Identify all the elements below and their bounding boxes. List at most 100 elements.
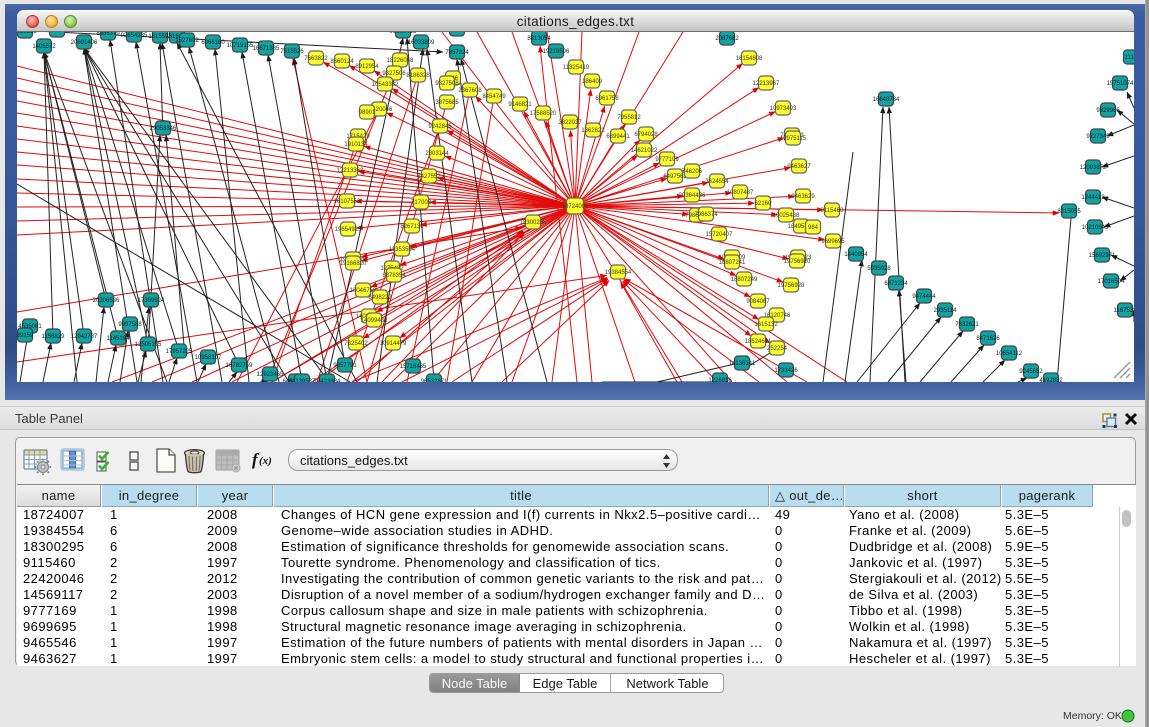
svg-text:746206: 746206 xyxy=(682,169,703,175)
svg-text:9463629: 9463629 xyxy=(791,194,815,200)
svg-text:8386379: 8386379 xyxy=(96,32,120,37)
svg-text:12213363: 12213363 xyxy=(337,168,364,174)
svg-text:19384554: 19384554 xyxy=(605,270,632,276)
svg-text:3875685: 3875685 xyxy=(435,100,459,106)
svg-text:7625402: 7625402 xyxy=(344,341,368,347)
svg-text:9245652: 9245652 xyxy=(1019,369,1043,375)
svg-text:1244413: 1244413 xyxy=(1081,195,1105,201)
svg-text:19218506: 19218506 xyxy=(543,49,570,55)
svg-text:8471626: 8471626 xyxy=(976,336,1000,342)
svg-text:186409: 186409 xyxy=(582,79,603,85)
svg-text:7663822: 7663822 xyxy=(304,56,328,62)
svg-text:11353594: 11353594 xyxy=(389,247,416,253)
svg-text:15720407: 15720407 xyxy=(706,232,733,238)
svg-text:16671385: 16671385 xyxy=(253,46,280,52)
svg-text:12505135: 12505135 xyxy=(135,342,162,348)
svg-text:984: 984 xyxy=(808,225,819,231)
svg-text:10807487: 10807487 xyxy=(727,190,754,196)
svg-text:9997588: 9997588 xyxy=(118,322,142,328)
svg-text:16648784: 16648784 xyxy=(873,97,900,103)
svg-text:62160: 62160 xyxy=(755,201,772,207)
svg-text:18524651: 18524651 xyxy=(745,339,772,345)
svg-text:16782759: 16782759 xyxy=(226,363,253,369)
svg-text:16154808: 16154808 xyxy=(736,56,763,62)
svg-text:2803144: 2803144 xyxy=(425,151,449,157)
svg-text:1910134: 1910134 xyxy=(344,142,368,148)
svg-text:9777109: 9777109 xyxy=(655,157,679,163)
svg-text:10973493: 10973493 xyxy=(770,106,797,112)
svg-text:8498222: 8498222 xyxy=(368,295,392,301)
svg-text:6961758: 6961758 xyxy=(595,96,619,102)
svg-text:7857224: 7857224 xyxy=(445,50,469,56)
svg-text:3822037: 3822037 xyxy=(558,120,582,126)
svg-text:18807249: 18807249 xyxy=(731,277,758,283)
svg-text:7515526: 7515526 xyxy=(280,49,304,55)
svg-text:18807241: 18807241 xyxy=(719,260,746,266)
svg-text:12213967: 12213967 xyxy=(753,81,780,87)
svg-text:18724007: 18724007 xyxy=(562,204,589,210)
svg-text:6871234: 6871234 xyxy=(884,281,908,287)
svg-text:11325419: 11325419 xyxy=(563,65,590,71)
svg-text:72423884: 72423884 xyxy=(314,379,341,382)
svg-text:9474444: 9474444 xyxy=(912,294,936,300)
svg-text:6966160: 6966160 xyxy=(201,40,225,46)
svg-text:17957225: 17957225 xyxy=(166,349,193,355)
svg-text:10210643: 10210643 xyxy=(1082,225,1109,231)
svg-text:16033809: 16033809 xyxy=(408,40,435,46)
svg-text:9857791: 9857791 xyxy=(333,363,357,369)
svg-text:8813054: 8813054 xyxy=(527,36,551,42)
svg-text:7955812: 7955812 xyxy=(617,115,641,121)
svg-text:1615132: 1615132 xyxy=(754,322,778,328)
svg-text:8427552: 8427552 xyxy=(417,174,441,180)
svg-text:17588520: 17588520 xyxy=(530,111,557,117)
svg-text:29053346: 29053346 xyxy=(150,126,177,132)
svg-text:1405572: 1405572 xyxy=(32,44,56,50)
svg-text:19756928: 19756928 xyxy=(778,283,805,289)
svg-text:10958107: 10958107 xyxy=(195,355,222,361)
svg-text:1733426: 1733426 xyxy=(774,368,798,374)
svg-text:8267130: 8267130 xyxy=(400,224,424,230)
svg-text:8878354: 8878354 xyxy=(382,273,406,279)
svg-text:1112: 1112 xyxy=(1125,55,1134,61)
svg-text:9327506: 9327506 xyxy=(382,71,406,77)
svg-text:4192832: 4192832 xyxy=(1039,378,1063,382)
svg-text:9463627: 9463627 xyxy=(787,164,811,170)
svg-text:6475255: 6475255 xyxy=(445,32,469,33)
svg-text:9115460: 9115460 xyxy=(821,208,845,214)
svg-text:96532871: 96532871 xyxy=(421,379,448,382)
svg-text:9227349: 9227349 xyxy=(1086,134,1110,140)
svg-text:10654112: 10654112 xyxy=(996,351,1023,357)
svg-text:14136141: 14136141 xyxy=(729,361,756,367)
svg-text:6794028: 6794028 xyxy=(634,132,658,138)
svg-text:9146821: 9146821 xyxy=(508,102,532,108)
svg-text:14099488: 14099488 xyxy=(361,318,388,324)
svg-text:9699695: 9699695 xyxy=(821,239,845,245)
svg-text:39159: 39159 xyxy=(17,333,34,339)
svg-text:2367608: 2367608 xyxy=(458,88,482,94)
svg-text:19654925: 19654925 xyxy=(335,227,362,233)
svg-text:9084067: 9084067 xyxy=(746,299,770,305)
svg-text:6899441: 6899441 xyxy=(606,134,630,140)
svg-text:14621022: 14621022 xyxy=(631,148,658,154)
svg-text:2935114: 2935114 xyxy=(934,308,958,314)
svg-text:1145194: 1145194 xyxy=(107,336,131,342)
svg-text:252254: 252254 xyxy=(767,346,788,352)
svg-text:9242845: 9242845 xyxy=(428,124,452,130)
svg-text:93103413: 93103413 xyxy=(390,32,417,35)
svg-text:20206536: 20206536 xyxy=(93,298,120,304)
svg-text:8454749: 8454749 xyxy=(482,94,506,100)
svg-text:12942737: 12942737 xyxy=(71,334,98,340)
svg-text:17016504: 17016504 xyxy=(1098,279,1125,285)
svg-text:9327508: 9327508 xyxy=(435,81,459,87)
svg-text:7986374: 7986374 xyxy=(694,212,718,218)
svg-text:8660124: 8660124 xyxy=(330,59,354,65)
svg-text:98901: 98901 xyxy=(359,110,376,116)
svg-text:10025438: 10025438 xyxy=(773,213,800,219)
svg-text:3624554: 3624554 xyxy=(705,179,729,185)
svg-text:18226058: 18226058 xyxy=(387,58,414,64)
svg-text:02654235: 02654235 xyxy=(121,33,148,39)
svg-text:15716485: 15716485 xyxy=(400,364,427,370)
svg-text:2087682: 2087682 xyxy=(715,36,739,42)
svg-text:1167533: 1167533 xyxy=(1114,308,1134,314)
svg-text:64139537: 64139537 xyxy=(289,379,316,382)
